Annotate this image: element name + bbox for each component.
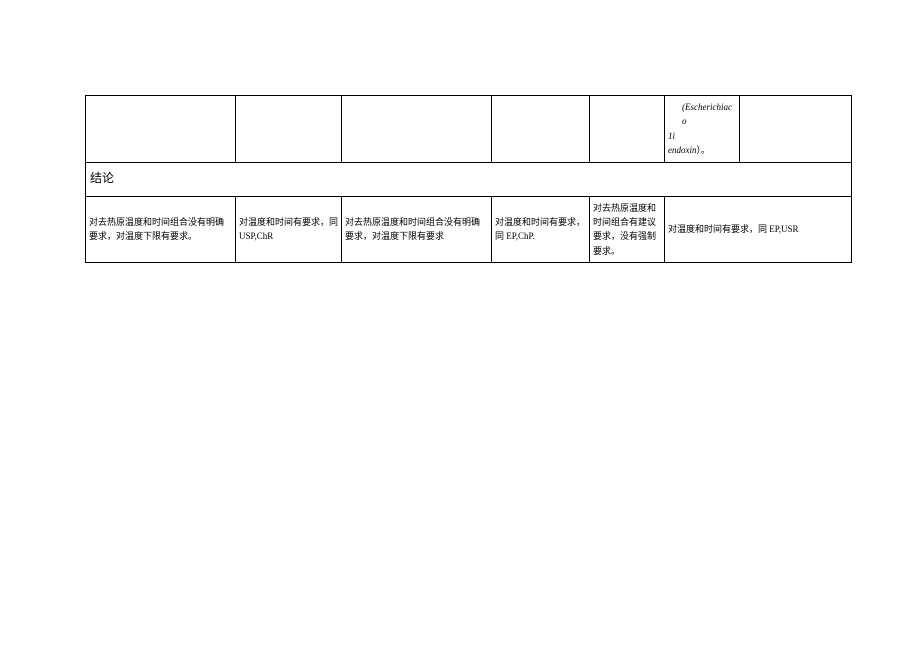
cell-r3-c3: 对去热原温度和时间组合没有明确要求，对温度下限有要求 [342, 196, 492, 263]
cell-r3-c1: 对去热原温度和时间组合没有明确要求，对温度下限有要求。 [86, 196, 236, 263]
cell-r1-c4 [492, 96, 590, 163]
cell-r1-c5 [590, 96, 665, 163]
cell-r1-c6: (Escherichiaco 1i endoxin）。 [665, 96, 740, 163]
cell-r1-c1 [86, 96, 236, 163]
cell-r3-c4: 对温度和时间有要求，同 EP,ChP. [492, 196, 590, 263]
cell-r1-c7 [740, 96, 852, 163]
bacteria-line2: 1i [668, 131, 675, 141]
comparison-table: (Escherichiaco 1i endoxin）。 结论 对去热原温度和时间… [85, 95, 852, 263]
cell-r1-c3 [342, 96, 492, 163]
table-row: (Escherichiaco 1i endoxin）。 [86, 96, 852, 163]
cell-r3-c6: 对温度和时间有要求，同 EP,USR [665, 196, 852, 263]
escherichia-text: (Escherichiaco [682, 102, 732, 126]
endoxin-suffix: ）。 [697, 145, 711, 155]
table-row: 对去热原温度和时间组合没有明确要求，对温度下限有要求。 对温度和时间有要求，同 … [86, 196, 852, 263]
endoxin-text: endoxin [668, 145, 697, 155]
conclusion-header: 结论 [86, 162, 852, 196]
cell-r3-c2: 对温度和时间有要求，同 USP,ChR [236, 196, 342, 263]
cell-r1-c2 [236, 96, 342, 163]
cell-r3-c5: 对去热原温度和时间组合有建议要求，没有强制要求。 [590, 196, 665, 263]
table-row: 结论 [86, 162, 852, 196]
